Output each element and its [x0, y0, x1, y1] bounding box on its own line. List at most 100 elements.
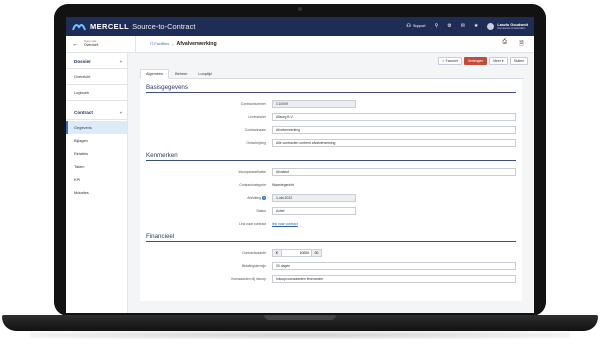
field-row: Afsluiting? 1-okt-2022	[146, 191, 516, 204]
closing-date-field[interactable]: 1-okt-2022	[272, 193, 356, 202]
chevron-up-icon: ˄	[119, 110, 122, 115]
field-row: Betalingstermijn 30 dagen	[146, 259, 516, 272]
payment-term-field[interactable]: 30 dagen	[272, 261, 516, 270]
search-icon[interactable]: ⚲	[435, 23, 439, 29]
sidebar-item-overzicht[interactable]: Overzicht	[66, 70, 127, 83]
field-row: Contractnummer C10009	[146, 97, 516, 110]
sidebar-section-contract[interactable]: Contract ˄	[66, 107, 127, 118]
field-row: Inkoopclassificatie Afvalstof	[146, 165, 516, 178]
currency-addon: €	[272, 248, 282, 257]
user-menu[interactable]: Laszlo Goudsmit Gemeente Amsterdam	[487, 23, 528, 30]
tab-looptijd[interactable]: Looptijd	[193, 69, 216, 78]
field-row: Contractwaarde € 10000 00	[146, 246, 516, 259]
amount-input[interactable]: 10000	[282, 248, 312, 257]
description-field[interactable]: Alle contracten omtrent afvalverwerking	[272, 138, 516, 147]
star-icon: ☆	[441, 59, 445, 63]
app-screen: MERCELL Source-to-Contract ☊ Support ⚲ ⚙…	[66, 17, 534, 313]
back-button[interactable]: ← Terug naar Overzicht	[66, 36, 136, 52]
product-name: Source-to-Contract	[132, 22, 196, 31]
avatar	[487, 22, 495, 30]
field-label: Status	[256, 208, 266, 213]
decimals-input[interactable]: 00	[312, 248, 322, 257]
laptop-shadow	[30, 331, 570, 339]
headset-icon: ☊	[406, 22, 411, 29]
tab-beheer[interactable]: Beheer	[170, 69, 192, 78]
user-organization: Gemeente Amsterdam	[497, 26, 526, 31]
support-label: Support	[412, 24, 426, 29]
breadcrumb-link[interactable]: IT-Facilities	[150, 42, 169, 46]
purchase-terms-field[interactable]: Inkoopvoorwaarden leverancier	[272, 274, 516, 283]
close-button[interactable]: Sluiten	[509, 57, 528, 65]
chevron-down-icon: ▾	[501, 59, 504, 63]
field-row: Contractnaam Afvalverwerking	[146, 123, 516, 136]
status-field[interactable]: Actief	[272, 206, 356, 215]
field-label: Contractwaarde	[242, 250, 266, 255]
form-panel: Basisgegevens Contractnummer C10009 Leve…	[140, 79, 522, 301]
contract-number-field: C10009	[272, 99, 356, 108]
sidebar-item-logboek[interactable]: Logboek	[66, 86, 127, 99]
section-basisgegevens: Basisgegevens	[146, 84, 516, 93]
sidebar-item-kpi[interactable]: KPI	[66, 173, 127, 186]
section-financieel: Financieel	[146, 233, 516, 242]
field-label: Afsluiting	[247, 195, 261, 200]
gear-icon[interactable]: ⚙	[447, 23, 451, 29]
sidebar-section-dossier[interactable]: Dossier ˄	[66, 56, 127, 67]
contract-category-value: Waardegericht	[272, 182, 294, 187]
field-label: Link naar contract	[239, 221, 266, 226]
sidebar-item-gegevens[interactable]: Gegevens	[66, 121, 127, 134]
field-label: Leverancier	[248, 114, 266, 119]
laptop-notch	[264, 315, 336, 320]
field-label: Omschrijving	[246, 140, 266, 145]
field-row: Voorwaarden bij inkoop Inkoopvoorwaarden…	[146, 272, 516, 285]
field-row: Contractcategorie Waardegericht	[146, 178, 516, 191]
field-label: Betalingstermijn	[241, 263, 266, 268]
top-bar: MERCELL Source-to-Contract ☊ Support ⚲ ⚙…	[66, 17, 534, 36]
support-link[interactable]: ☊ Support	[406, 22, 426, 29]
mail-icon[interactable]: ✉	[461, 23, 465, 29]
section-kenmerken: Kenmerken	[146, 152, 516, 161]
page-title: Afvalverwerking	[176, 41, 217, 47]
document-icon[interactable]: 🗎	[519, 39, 524, 49]
contract-link[interactable]: link naar contract	[272, 222, 298, 226]
sidebar-section-title: Dossier	[74, 59, 91, 64]
arrow-left-icon: ←	[72, 40, 79, 48]
favorite-button[interactable]: ☆ Favoriet	[437, 57, 462, 65]
field-label: Contractcategorie	[239, 182, 266, 187]
sidebar-item-relaties[interactable]: Relaties	[66, 147, 127, 160]
top-bar-actions: ☊ Support ⚲ ⚙ ✉ ★ Laszlo Goudsmit Gemeen…	[407, 23, 528, 30]
more-button[interactable]: Meer ▾	[489, 57, 508, 65]
sidebar-section-title: Contract	[74, 110, 93, 115]
camera	[298, 7, 302, 11]
chevron-right-icon: ›	[172, 41, 174, 47]
tab-algemeen[interactable]: Algemeen	[140, 69, 170, 79]
sidebar-item-mutaties[interactable]: Mutaties	[66, 186, 127, 199]
chevron-up-icon: ˄	[119, 59, 122, 64]
field-label: Inkoopclassificatie	[238, 169, 266, 174]
star-icon[interactable]: ★	[474, 23, 478, 29]
sub-header: ← Terug naar Overzicht IT-Facilities › A…	[66, 36, 534, 53]
help-icon[interactable]: ?	[262, 195, 266, 200]
contract-value-field[interactable]: € 10000 00	[272, 248, 322, 257]
mercell-logo-icon	[72, 22, 86, 31]
sidebar: Dossier ˄ Overzicht Logboek Contract ˄ G…	[66, 53, 128, 313]
field-row: Omschrijving Alle contracten omtrent afv…	[146, 136, 516, 149]
main-area: Dossier ˄ Overzicht Logboek Contract ˄ G…	[66, 53, 534, 313]
print-icon[interactable]: ⎙	[502, 39, 507, 49]
field-label: Contractnummer	[240, 101, 266, 106]
tab-bar: Algemeen Beheer Looptijd	[140, 69, 524, 79]
sidebar-item-bijlagen[interactable]: Bijlagen	[66, 134, 127, 147]
brand-name: MERCELL	[90, 22, 130, 31]
field-row: Link naar contract link naar contract	[146, 217, 516, 230]
content: ☆ Favoriet Verlengen Meer ▾ Sluiten Algeme…	[128, 53, 534, 313]
field-row: Leverancier Allsorg B.V.	[146, 110, 516, 123]
action-bar: ☆ Favoriet Verlengen Meer ▾ Sluiten	[437, 57, 528, 65]
back-target: Overzicht	[84, 42, 99, 47]
purchase-classification-field[interactable]: Afvalstof	[272, 167, 516, 176]
field-row: Status Actief	[146, 204, 516, 217]
breadcrumb: IT-Facilities › Afvalverwerking	[136, 41, 217, 47]
contract-name-field[interactable]: Afvalverwerking	[272, 125, 516, 134]
field-label: Contractnaam	[244, 127, 266, 132]
sidebar-item-taken[interactable]: Taken	[66, 160, 127, 173]
extend-button[interactable]: Verlengen	[463, 57, 488, 65]
supplier-field[interactable]: Allsorg B.V.	[272, 112, 516, 121]
